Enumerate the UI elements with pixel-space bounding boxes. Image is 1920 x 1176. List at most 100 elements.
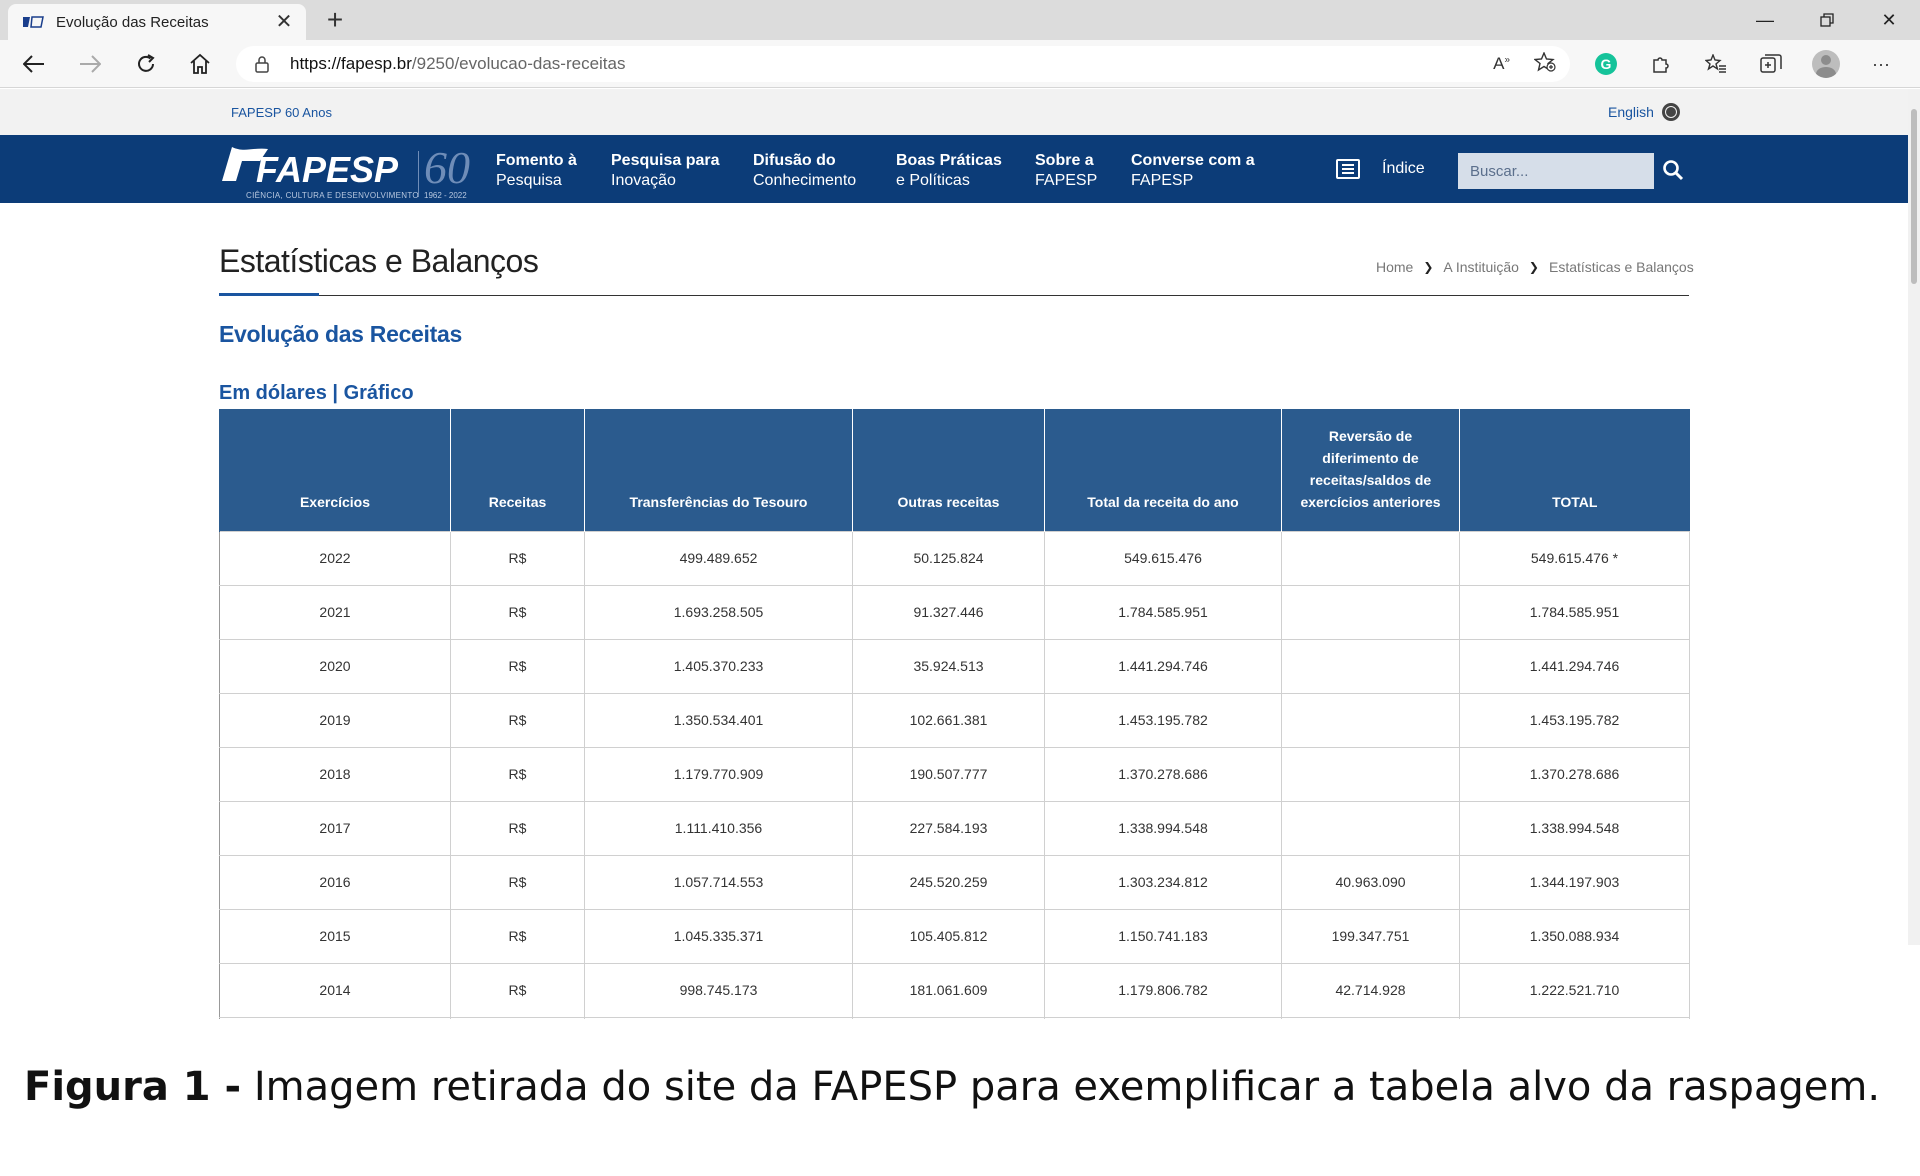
table-cell: 1.179.806.782 bbox=[1044, 962, 1282, 1018]
search-icon[interactable] bbox=[1662, 159, 1684, 181]
table-cell: R$ bbox=[450, 584, 585, 640]
table-row: 2021 R$ 1.693.258.505 91.327.446 1.784.585.9… bbox=[219, 584, 1690, 640]
caption-text: Imagem retirada do site da FAPESP para e… bbox=[241, 1064, 1881, 1110]
scrollbar-thumb[interactable] bbox=[1911, 109, 1917, 284]
breadcrumb-instituicao[interactable]: A Instituição bbox=[1443, 259, 1519, 275]
menu-converse-fapesp[interactable]: Converse com a FAPESP bbox=[1131, 151, 1255, 191]
table-cell: R$ bbox=[450, 908, 585, 964]
main-navigation: FAPESP CIÊNCIA, CULTURA E DESENVOLVIMENT… bbox=[0, 135, 1908, 203]
table-cell bbox=[1281, 746, 1460, 802]
table-cell: 91.327.446 bbox=[852, 584, 1045, 640]
table-cell: R$ bbox=[450, 692, 585, 748]
new-tab-icon[interactable]: + bbox=[318, 4, 352, 38]
table-row: 2016 R$ 1.057.714.553 245.520.259 1.303.234.… bbox=[219, 854, 1690, 910]
table-cell: 2016 bbox=[219, 854, 451, 910]
col-header-receitas: Receitas bbox=[450, 409, 585, 531]
table-cell: 50.125.824 bbox=[852, 530, 1045, 586]
collections-icon[interactable] bbox=[1751, 48, 1791, 80]
lock-icon[interactable] bbox=[254, 55, 270, 73]
web-page: FAPESP 60 Anos English FAPESP CIÊNCIA, C… bbox=[0, 89, 1908, 1019]
table-cell: R$ bbox=[450, 638, 585, 694]
fapesp-favicon-icon bbox=[22, 15, 44, 29]
extensions-puzzle-icon[interactable] bbox=[1641, 48, 1681, 80]
url-path: /9250/evolucao-das-receitas bbox=[411, 54, 626, 73]
table-cell: 1.303.234.812 bbox=[1044, 854, 1282, 910]
menu-fomento-pesquisa[interactable]: Fomento à Pesquisa bbox=[496, 151, 577, 191]
globe-icon bbox=[1661, 103, 1680, 121]
logo-tagline: CIÊNCIA, CULTURA E DESENVOLVIMENTO bbox=[246, 191, 419, 200]
table-row: 2017 R$ 1.111.410.356 227.584.193 1.338.994.… bbox=[219, 800, 1690, 856]
language-label: English bbox=[1608, 104, 1654, 120]
table-cell: R$ bbox=[450, 800, 585, 856]
figure-caption: Figura 1 - Imagem retirada do site da FA… bbox=[24, 1064, 1880, 1110]
table-cell: 1.453.195.782 bbox=[1459, 692, 1690, 748]
language-switch[interactable]: English bbox=[1608, 103, 1680, 121]
profile-avatar[interactable] bbox=[1806, 48, 1846, 80]
revenue-table: Exercícios Receitas Transferências do Te… bbox=[219, 409, 1690, 1019]
table-cell: R$ bbox=[450, 746, 585, 802]
table-cell bbox=[1281, 638, 1460, 694]
table-row: 2020 R$ 1.405.370.233 35.924.513 1.441.294.7… bbox=[219, 638, 1690, 694]
table-cell: 1.370.278.686 bbox=[1044, 746, 1282, 802]
read-aloud-icon[interactable]: A» bbox=[1493, 54, 1510, 74]
page-scrollbar[interactable] bbox=[1908, 89, 1920, 945]
grammarly-extension-icon[interactable]: G bbox=[1586, 48, 1626, 80]
menu-boas-praticas[interactable]: Boas Práticas e Políticas bbox=[896, 151, 1002, 191]
table-cell bbox=[1281, 692, 1460, 748]
logo-divider bbox=[418, 151, 419, 197]
table-cell: 40.963.090 bbox=[1281, 854, 1460, 910]
table-cell: 35.924.513 bbox=[852, 638, 1045, 694]
url-text[interactable]: https://fapesp.br/9250/evolucao-das-rece… bbox=[290, 54, 625, 74]
menu-difusao-conhecimento[interactable]: Difusão do Conhecimento bbox=[753, 151, 856, 191]
table-cell bbox=[1281, 530, 1460, 586]
table-cell: 2019 bbox=[219, 692, 451, 748]
address-bar[interactable]: https://fapesp.br/9250/evolucao-das-rece… bbox=[236, 46, 1570, 82]
table-cell: 1.111.410.356 bbox=[584, 800, 853, 856]
table-cell: 1.338.994.548 bbox=[1044, 800, 1282, 856]
index-link[interactable]: Índice bbox=[1336, 159, 1425, 179]
minimize-icon[interactable]: — bbox=[1734, 0, 1796, 40]
more-options-icon[interactable]: ··· bbox=[1861, 48, 1901, 80]
table-row: 2015 R$ 1.045.335.371 105.405.812 1.150.741.… bbox=[219, 908, 1690, 964]
restore-icon[interactable] bbox=[1796, 0, 1858, 40]
browser-tab[interactable]: Evolução das Receitas ✕ bbox=[8, 4, 306, 40]
table-row: 2014 R$ 998.745.173 181.061.609 1.179.806.78… bbox=[219, 962, 1690, 1018]
table-row: 2019 R$ 1.350.534.401 102.661.381 1.453.195.… bbox=[219, 692, 1690, 748]
table-cell: 1.453.195.782 bbox=[1044, 692, 1282, 748]
table-row: 2022 R$ 499.489.652 50.125.824 549.615.476 54… bbox=[219, 530, 1690, 586]
section-title: Evolução das Receitas bbox=[219, 321, 462, 347]
table-cell: 1.057.714.553 bbox=[584, 854, 853, 910]
menu-sobre-fapesp[interactable]: Sobre a FAPESP bbox=[1035, 151, 1097, 191]
fapesp-60-anos-link[interactable]: FAPESP 60 Anos bbox=[231, 105, 332, 120]
table-header-row: Exercícios Receitas Transferências do Te… bbox=[219, 409, 1690, 531]
extensions-area: G ··· bbox=[1586, 48, 1916, 80]
forward-icon[interactable] bbox=[72, 48, 108, 80]
reload-icon[interactable] bbox=[128, 48, 164, 80]
logo-text: FAPESP bbox=[256, 149, 399, 190]
col-header-outras-receitas: Outras receitas bbox=[852, 409, 1045, 531]
table-cell: 1.338.994.548 bbox=[1459, 800, 1690, 856]
favorites-icon[interactable] bbox=[1696, 48, 1736, 80]
table-cell bbox=[1281, 584, 1460, 640]
close-window-icon[interactable]: ✕ bbox=[1858, 0, 1920, 40]
breadcrumb-home[interactable]: Home bbox=[1376, 259, 1413, 275]
menu-pesquisa-inovacao[interactable]: Pesquisa para Inovação bbox=[611, 151, 720, 191]
home-icon[interactable] bbox=[182, 48, 218, 80]
title-divider bbox=[219, 295, 1689, 296]
search-input[interactable] bbox=[1458, 153, 1654, 189]
add-favorite-icon[interactable] bbox=[1533, 50, 1556, 77]
table-cell: 190.507.777 bbox=[852, 746, 1045, 802]
table-cell: 2015 bbox=[219, 908, 451, 964]
table-cell: 1.441.294.746 bbox=[1459, 638, 1690, 694]
back-icon[interactable] bbox=[16, 48, 52, 80]
breadcrumb: Home ❯ A Instituição ❯ Estatísticas e Ba… bbox=[1376, 259, 1694, 275]
browser-tab-strip: Evolução das Receitas ✕ + — ✕ bbox=[0, 0, 1920, 40]
col-header-reversao: Reversão de diferimento de receitas/sald… bbox=[1281, 409, 1460, 531]
fapesp-logo[interactable]: FAPESP CIÊNCIA, CULTURA E DESENVOLVIMENT… bbox=[218, 141, 478, 200]
em-dolares-link[interactable]: Em dólares bbox=[219, 382, 327, 404]
table-cell: 549.615.476 * bbox=[1459, 530, 1690, 586]
close-tab-icon[interactable]: ✕ bbox=[270, 12, 298, 32]
grafico-link[interactable]: Gráfico bbox=[344, 382, 414, 404]
link-separator: | bbox=[332, 382, 338, 404]
table-row: 2018 R$ 1.179.770.909 190.507.777 1.370.278.… bbox=[219, 746, 1690, 802]
